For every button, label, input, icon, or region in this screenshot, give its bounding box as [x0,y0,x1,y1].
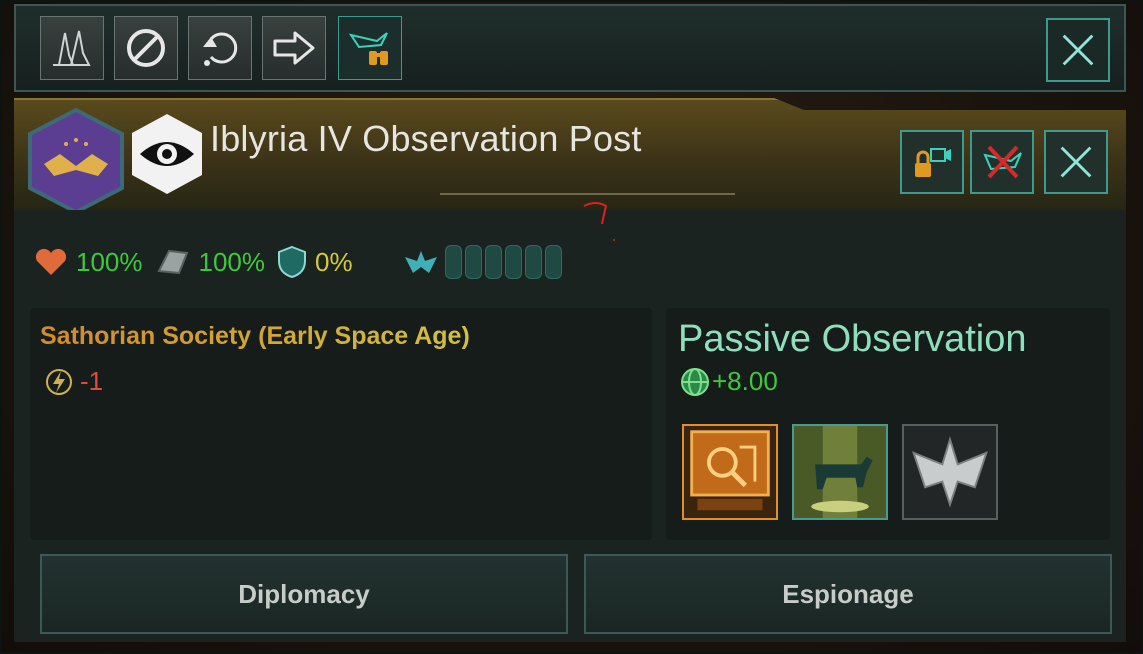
outpost-ship-icon [404,251,437,273]
empire-emblem-icon [28,107,124,215]
follow-camera-button[interactable] [900,130,964,194]
header-close-button[interactable] [1044,130,1108,194]
status-stats: 100% 100% 0% [34,240,562,284]
society-name: Sathorian Society (Early Space Age) [40,322,470,350]
espionage-button[interactable]: Espionage [584,554,1112,634]
research-terminal-icon [690,430,770,511]
modifier-value: -1 [80,366,104,396]
disband-button[interactable] [970,130,1034,194]
top-toolbar [14,4,1126,92]
abduction-option-button[interactable] [792,424,888,520]
research-option-button[interactable] [682,424,778,520]
annotation-mark [583,202,615,241]
diplomacy-button[interactable]: Diplomacy [40,554,568,634]
stop-button[interactable] [114,16,178,80]
close-icon [1060,146,1092,178]
pip [464,245,482,279]
return-button[interactable] [188,16,252,80]
pip [484,245,502,279]
pip [504,245,522,279]
camera-lock-icon [915,148,951,177]
prohibit-icon [127,29,165,67]
unity-bolt-icon [46,368,72,395]
disband-ship-icon [983,145,1022,179]
cattle-abduction-icon [794,426,886,518]
observation-value: +8.00 [680,366,778,397]
header-divider [440,193,735,195]
research-globe-icon [681,367,709,396]
warship-icon [904,426,996,518]
armor-value: 100% [198,246,266,277]
fleet-ships-icon [53,30,91,66]
observation-title: Passive Observation [678,318,1027,360]
science-ship-binoculars-icon [348,32,388,65]
arrow-right-icon [273,31,315,65]
pip [544,245,562,279]
outpost-pips [444,245,562,279]
eye-icon [132,114,202,194]
society-panel: Sathorian Society (Early Space Age) -1 [30,308,652,540]
hull-value: 100% [76,246,143,277]
armor-icon [156,249,188,275]
fleet-button[interactable] [40,16,104,80]
hull-heart-icon [35,248,67,275]
page-title: Iblyria IV Observation Post [210,118,642,159]
close-icon [1062,34,1094,66]
pip [524,245,542,279]
move-button[interactable] [262,16,326,80]
toolbar-close-button[interactable] [1046,18,1110,82]
shield-icon [278,245,306,279]
warship-option-button[interactable] [902,424,998,520]
shield-value: 0% [315,246,353,277]
survey-button[interactable] [338,16,402,80]
return-rotate-icon [203,32,238,66]
society-modifier: -1 [44,366,103,397]
pip [444,245,462,279]
observation-amount: +8.00 [712,366,778,396]
